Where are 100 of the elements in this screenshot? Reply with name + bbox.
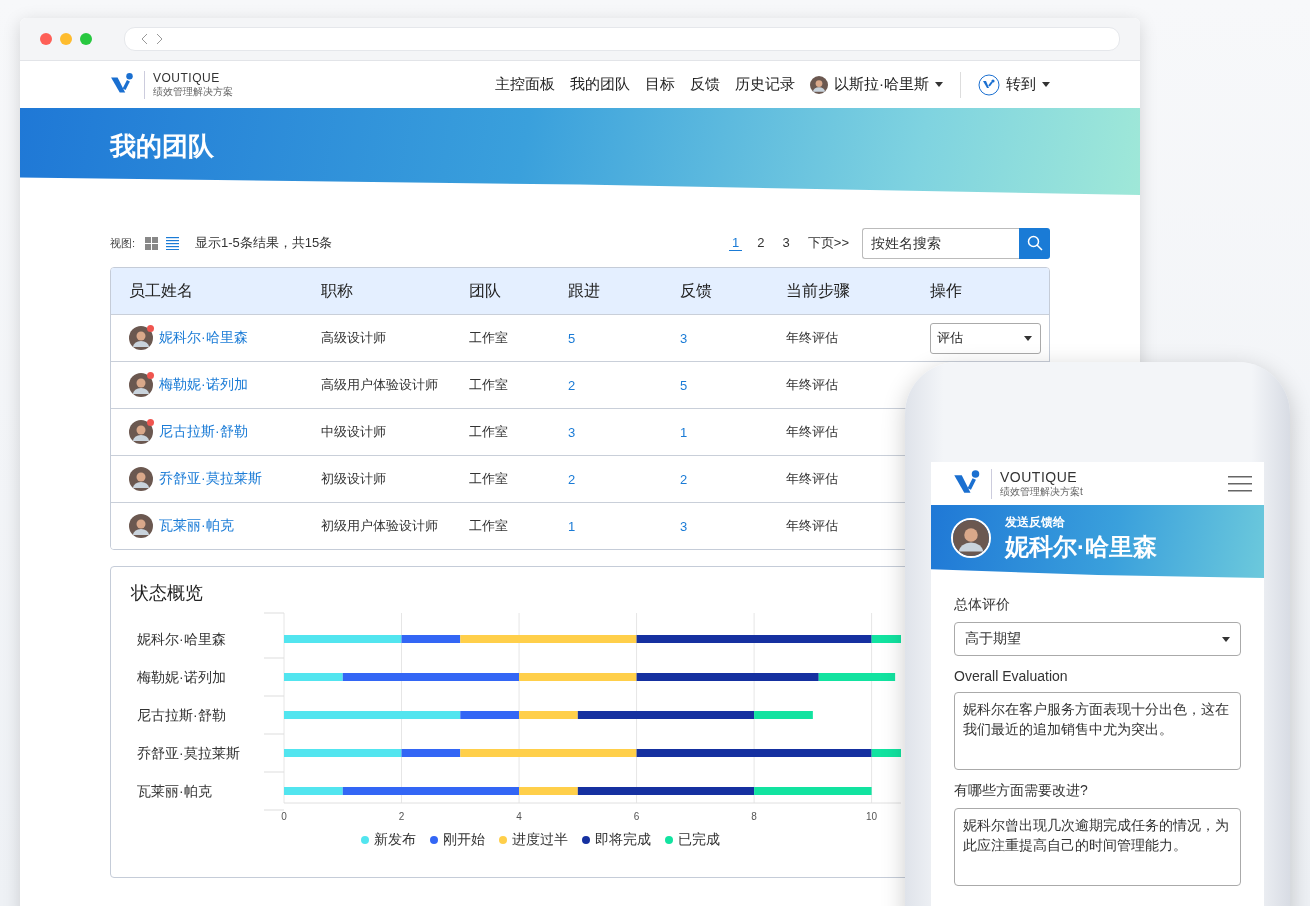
table-cell-text: 工作室 [469,376,509,394]
card-title: 状态概览 [131,582,203,605]
view-label: 视图: [110,235,136,251]
next-page-link[interactable]: 下页>> [804,233,852,253]
legend-item: 进度过半 [498,831,568,849]
follow-up-count[interactable]: 2 [568,471,680,487]
category-label: 瓦莱丽·帕克 [137,783,212,799]
caret-icon [935,82,943,87]
close-icon[interactable] [40,33,52,45]
text-area-field[interactable]: 妮科尔曾出现几次逾期完成任务的情况，为此应注重提高自己的时间管理能力。 [954,808,1241,886]
axis-tick-label: 8 [751,811,757,822]
caret-icon [1042,82,1050,87]
search-button[interactable] [1019,227,1050,259]
column-header: 团队 [469,280,502,301]
column-header: 当前步骤 [786,280,851,301]
forward-icon[interactable] [155,33,163,45]
field-label: 有哪些方面需要改进? [954,782,1089,800]
nav-link[interactable]: 目标 [645,75,675,94]
employee-name-link[interactable]: 梅勒妮·诺列加 [159,376,248,394]
page-link[interactable]: 2 [754,235,768,251]
brand-name: VOUTIQUE [153,70,221,85]
category-label: 梅勒妮·诺列加 [137,669,226,685]
category-label: 妮科尔·哈里森 [137,631,226,647]
employee-name-link[interactable]: 乔舒亚·莫拉莱斯 [159,470,262,488]
avatar-icon [810,75,828,94]
search-field[interactable]: 按姓名搜索 [862,227,1019,259]
action-dropdown[interactable]: 评估 [930,322,1041,354]
recipient-name: 妮科尔·哈里森 [1005,532,1157,562]
text-area-field[interactable]: 妮科尔在客户服务方面表现十分出色，这在我们最近的追加销售中尤为突出。 [954,692,1241,770]
table-cell-text: 工作室 [469,517,509,535]
page-title: 我的团队 [110,130,214,163]
minimize-icon[interactable] [60,33,72,45]
feedback-count[interactable]: 5 [680,377,786,393]
results-count: 显示1-5条结果，共15条 [195,234,333,252]
brand-name: VOUTIQUE [1000,468,1079,485]
table-cell-text: 年终评估 [786,329,839,347]
caret-icon [1024,335,1032,341]
legend-item: 即将完成 [581,831,651,849]
follow-up-count[interactable]: 2 [568,377,680,393]
employee-name-link[interactable]: 妮科尔·哈里森 [159,329,248,347]
field-label: Overall Evaluation [954,668,1069,684]
brand-tagline: 绩效管理解决方案t [1000,485,1083,499]
feedback-count[interactable]: 2 [680,471,786,487]
axis-tick-label: 6 [633,811,640,822]
grid-view-icon[interactable] [145,236,159,250]
nav-link[interactable]: 我的团队 [570,75,630,94]
page-link[interactable]: 3 [779,235,793,251]
table-cell-text: 工作室 [469,470,509,488]
follow-up-count[interactable]: 1 [568,518,680,534]
avatar-icon [129,373,153,397]
table-cell-text: 高级设计师 [321,329,387,347]
page-link[interactable]: 1 [729,235,743,251]
legend-item: 刚开始 [429,831,485,849]
table-cell-text: 高级用户体验设计师 [321,376,439,394]
column-header: 操作 [930,280,963,301]
list-view-icon[interactable] [166,236,180,250]
follow-up-count[interactable]: 5 [568,330,680,346]
axis-tick-label: 0 [281,811,287,822]
nav-link[interactable]: 反馈 [690,75,720,94]
table-cell-text: 年终评估 [786,376,839,394]
legend-item: 新发布 [360,831,416,849]
nav-link[interactable]: 主控面板 [495,75,555,94]
back-icon[interactable] [141,33,149,45]
legend-item: 已完成 [664,831,720,849]
column-header: 职称 [321,280,354,301]
feedback-count[interactable]: 3 [680,518,786,534]
table-cell-text: 工作室 [469,329,509,347]
avatar-icon [129,420,153,444]
maximize-icon[interactable] [80,33,92,45]
feedback-count[interactable]: 3 [680,330,786,346]
feedback-count[interactable]: 1 [680,424,786,440]
table-cell-text: 年终评估 [786,517,839,535]
column-header: 跟进 [568,280,601,301]
column-header: 员工姓名 [129,280,194,301]
user-menu[interactable]: 以斯拉·哈里斯 [810,75,943,94]
axis-tick-label: 10 [866,811,878,822]
table-cell-text: 年终评估 [786,470,839,488]
category-label: 乔舒亚·莫拉莱斯 [137,745,240,761]
table-cell-text: 工作室 [469,423,509,441]
table-cell-text: 初级设计师 [321,470,387,488]
goto-menu[interactable]: 转到 [978,73,1050,96]
field-label: 总体评价 [954,596,1011,614]
employee-name-link[interactable]: 尼古拉斯·舒勒 [159,423,248,441]
menu-icon[interactable] [1228,474,1252,493]
employee-name-link[interactable]: 瓦莱丽·帕克 [159,517,234,535]
column-header: 反馈 [680,280,713,301]
axis-tick-label: 4 [516,811,522,822]
logo-icon [978,73,1000,96]
search-icon [1026,235,1043,251]
brand-tagline: 绩效管理解决方案 [153,85,233,99]
axis-tick-label: 2 [398,811,405,822]
avatar-icon [129,326,153,350]
caret-icon [1222,636,1230,642]
avatar-icon [953,519,989,556]
rating-dropdown[interactable]: 高于期望 [954,622,1241,656]
nav-link[interactable]: 历史记录 [735,75,795,94]
follow-up-count[interactable]: 3 [568,424,680,440]
table-cell-text: 年终评估 [786,423,839,441]
table-cell-text: 初级用户体验设计师 [321,517,439,535]
category-label: 尼古拉斯·舒勒 [137,707,226,723]
